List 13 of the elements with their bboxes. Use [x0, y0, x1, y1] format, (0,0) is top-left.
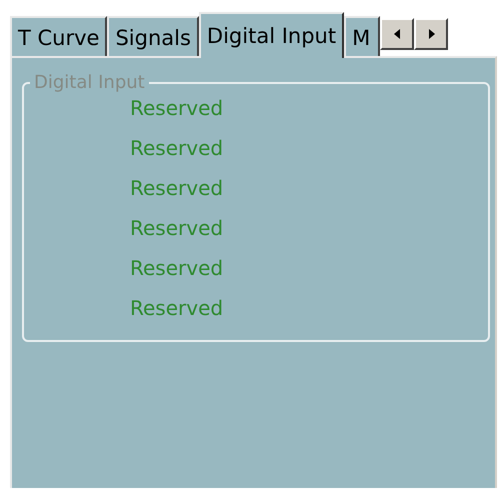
tab[interactable]: T Curve	[10, 16, 108, 56]
input-label: Reserved	[130, 216, 224, 240]
input-label: Reserved	[130, 96, 224, 120]
input-label: Reserved	[130, 176, 224, 200]
group-title: Digital Input	[33, 72, 146, 93]
tab[interactable]: Digital Input	[198, 12, 344, 58]
tab[interactable]: Signals	[107, 16, 199, 56]
input-label: Reserved	[130, 296, 224, 320]
input-label: Reserved	[130, 136, 224, 160]
scroll-right-button[interactable]	[414, 18, 448, 50]
tab[interactable]: M	[344, 16, 380, 56]
input-label: Reserved	[130, 256, 224, 280]
scroll-left-button[interactable]	[380, 18, 414, 50]
